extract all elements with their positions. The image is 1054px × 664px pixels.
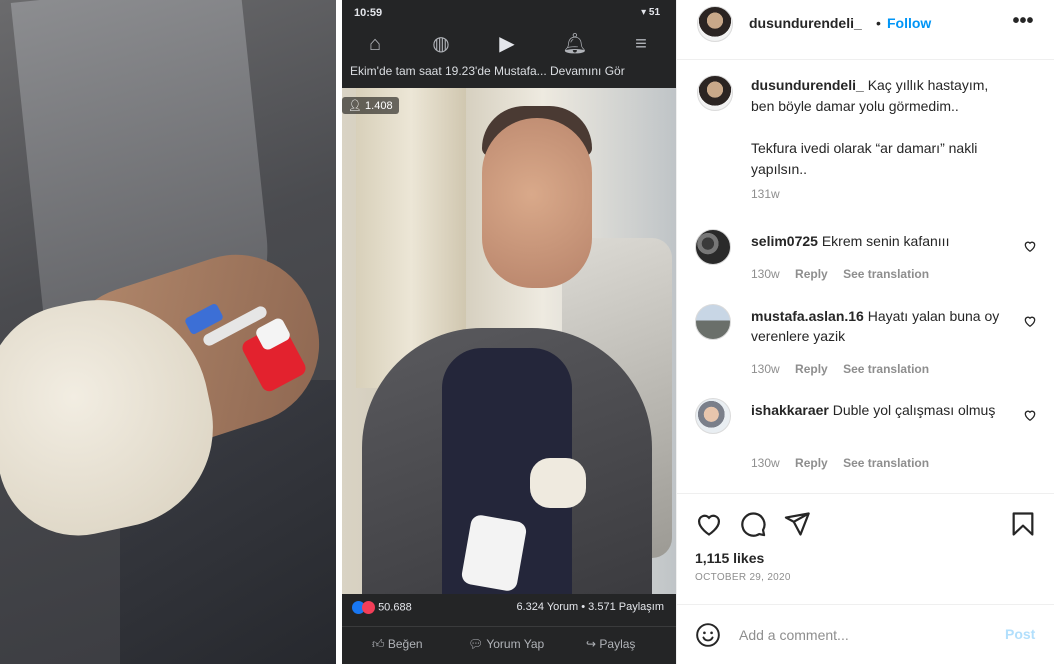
comment-heart-icon[interactable] xyxy=(1023,314,1037,328)
comment-share-count: 6.324 Yorum • 3.571 Paylaşım xyxy=(516,601,664,613)
save-bookmark-icon[interactable] xyxy=(1009,510,1037,538)
comments-section[interactable]: dusundurendeli_ Kaç yıllık hastayım, ben… xyxy=(677,61,1054,493)
phone-like-action: 👍︎ Beğen xyxy=(372,637,423,651)
commenter-avatar[interactable] xyxy=(695,304,731,340)
see-translation-button[interactable]: See translation xyxy=(843,362,929,376)
likes-count[interactable]: 1,115 likes xyxy=(695,550,764,566)
comment-text: Duble yol çalışması olmuş xyxy=(832,402,996,418)
commenter-username[interactable]: selim0725 xyxy=(751,233,818,249)
post-media[interactable]: 10:59 ▾ 51 ⌂ ◍ ▶ 🔔︎ ≡ Ekim'de tam saat 1… xyxy=(0,0,676,664)
share-paper-plane-icon[interactable] xyxy=(783,510,811,538)
phone-comment-action: 💬︎ Yorum Yap xyxy=(468,637,545,651)
reaction-count: 50.688 xyxy=(378,601,412,614)
caption-username[interactable]: dusundurendeli_ xyxy=(751,77,864,93)
like-heart-icon[interactable] xyxy=(695,510,723,538)
add-comment-bar: Post xyxy=(677,604,1054,664)
home-icon: ⌂ xyxy=(368,33,382,55)
groups-icon: ◍ xyxy=(432,33,450,55)
follow-button[interactable]: Follow xyxy=(887,15,931,31)
person-icon: 👤︎ xyxy=(348,100,362,112)
video-icon: ▶ xyxy=(499,33,515,55)
author-avatar[interactable] xyxy=(697,6,733,42)
phone-nav-bar: ⌂ ◍ ▶ 🔔︎ ≡ xyxy=(342,24,676,64)
header-separator: • xyxy=(876,15,881,31)
phone-share-action: ↪ Paylaş xyxy=(586,637,636,651)
see-translation-button[interactable]: See translation xyxy=(843,267,929,281)
post-header: dusundurendeli_ • Follow ••• xyxy=(677,0,1054,60)
more-options-icon[interactable]: ••• xyxy=(1011,10,1035,34)
author-username[interactable]: dusundurendeli_ xyxy=(749,15,862,31)
love-reaction-icon xyxy=(362,601,375,614)
comment-item: mustafa.aslan.16 Hayatı yalan buna oy ve… xyxy=(677,304,1054,384)
video-title: Ekim'de tam saat 19.23'de Mustafa... Dev… xyxy=(350,64,625,78)
commenter-avatar[interactable] xyxy=(695,398,731,434)
iv-hand-photo xyxy=(0,0,336,664)
comment-heart-icon[interactable] xyxy=(1023,239,1037,253)
reply-button[interactable]: Reply xyxy=(795,267,828,281)
reaction-stats: 50.688 6.324 Yorum • 3.571 Paylaşım xyxy=(342,594,676,622)
commenter-username[interactable]: ishakkaraer xyxy=(751,402,829,418)
reply-button[interactable]: Reply xyxy=(795,456,828,470)
caption-timestamp[interactable]: 131w xyxy=(751,187,780,201)
video-frame: 👤︎ 1.408 xyxy=(342,88,676,594)
emoji-icon[interactable] xyxy=(695,622,721,648)
see-translation-button[interactable]: See translation xyxy=(843,456,929,470)
post-sidebar: dusundurendeli_ • Follow ••• dusundurend… xyxy=(676,0,1054,664)
phone-screenshot: 10:59 ▾ 51 ⌂ ◍ ▶ 🔔︎ ≡ Ekim'de tam saat 1… xyxy=(342,0,676,664)
reply-button[interactable]: Reply xyxy=(795,362,828,376)
commenter-avatar[interactable] xyxy=(695,229,731,265)
viewer-count: 👤︎ 1.408 xyxy=(342,97,399,114)
comment-input[interactable] xyxy=(739,624,999,646)
phone-action-bar: 👍︎ Beğen 💬︎ Yorum Yap ↪ Paylaş xyxy=(342,626,676,664)
comment-time[interactable]: 130w xyxy=(751,362,780,376)
phone-status-time: 10:59 xyxy=(354,7,383,19)
comment-heart-icon[interactable] xyxy=(1023,408,1037,422)
comment-time[interactable]: 130w xyxy=(751,456,780,470)
comment-time[interactable]: 130w xyxy=(751,267,780,281)
post-date[interactable]: OCTOBER 29, 2020 xyxy=(695,572,791,583)
menu-icon: ≡ xyxy=(635,33,647,55)
bell-icon: 🔔︎ xyxy=(562,33,588,55)
caption-avatar[interactable] xyxy=(697,75,733,111)
comment-bubble-icon[interactable] xyxy=(739,510,767,538)
post-actions-bar: 1,115 likes OCTOBER 29, 2020 xyxy=(677,493,1054,603)
post-comment-button[interactable]: Post xyxy=(1005,626,1035,642)
comment-text: Ekrem senin kafanııı xyxy=(821,233,950,249)
comment-item: selim0725 Ekrem senin kafanııı 130w Repl… xyxy=(677,229,1054,309)
phone-status-bar: 10:59 ▾ 51 xyxy=(342,0,676,24)
comment-item: ishakkaraer Duble yol çalışması olmuş 13… xyxy=(677,398,1054,478)
caption-text: dusundurendeli_ Kaç yıllık hastayım, ben… xyxy=(751,77,989,177)
phone-battery: ▾ 51 xyxy=(641,7,660,18)
commenter-username[interactable]: mustafa.aslan.16 xyxy=(751,308,864,324)
